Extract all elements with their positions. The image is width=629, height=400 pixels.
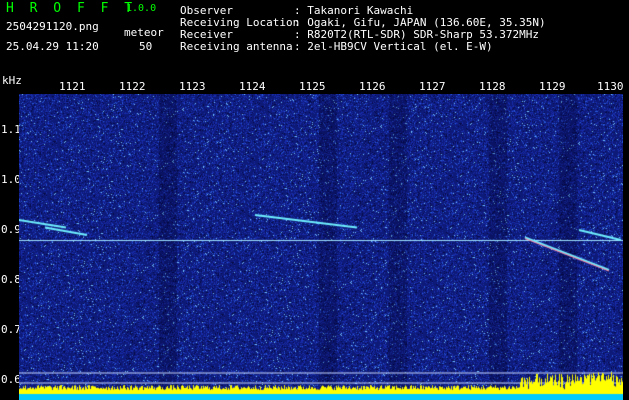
antenna-row: Receiving antenna: 2el-HB9CV Vertical (e… (180, 41, 493, 52)
hroft-screen: H R O F F T 1.0.0 2504291120.png 25.04.2… (0, 0, 629, 400)
date-time: 25.04.29 11:20 (6, 40, 99, 53)
receiver-row: Receiver: R820T2(RTL-SDR) SDR-Sharp 53.3… (180, 29, 539, 40)
time-tick-label: 1121 (59, 80, 86, 93)
time-tick-label: 1122 (119, 80, 146, 93)
time-tick-label: 1130 (597, 80, 624, 93)
time-tick-label: 1124 (239, 80, 266, 93)
time-tick-label: 1128 (479, 80, 506, 93)
freq-tick-label: 1.1 (1, 123, 21, 136)
time-tick-label: 1123 (179, 80, 206, 93)
antenna-key: Receiving antenna (180, 40, 293, 53)
observer-row: Observer: Takanori Kawachi (180, 5, 413, 16)
spectrogram-plot (19, 94, 623, 400)
app-version: 1.0.0 (126, 3, 157, 14)
time-tick-label: 1127 (419, 80, 446, 93)
freq-tick-label: 0.7 (1, 323, 21, 336)
meteor-label: meteor (124, 26, 164, 39)
antenna-value: : 2el-HB9CV Vertical (el. E-W) (294, 40, 493, 53)
file-name: 2504291120.png (6, 20, 99, 33)
time-tick-label: 1125 (299, 80, 326, 93)
observer-key: Observer (180, 4, 233, 17)
freq-tick-label: 0.9 (1, 223, 21, 236)
meteor-count: 50 (139, 40, 153, 53)
location-key: Receiving Location (180, 16, 300, 29)
time-tick-label: 1126 (359, 80, 386, 93)
app-name: H R O F F T (6, 1, 137, 16)
freq-tick-label: 0.8 (1, 273, 21, 286)
freq-unit-label: kHz (2, 74, 22, 87)
location-row: Receiving Location: Ogaki, Gifu, JAPAN (… (180, 17, 546, 28)
freq-tick-label: 0.6 (1, 373, 21, 386)
time-tick-label: 1129 (539, 80, 566, 93)
freq-tick-label: 1.0 (1, 173, 21, 186)
receiver-key: Receiver (180, 28, 233, 41)
